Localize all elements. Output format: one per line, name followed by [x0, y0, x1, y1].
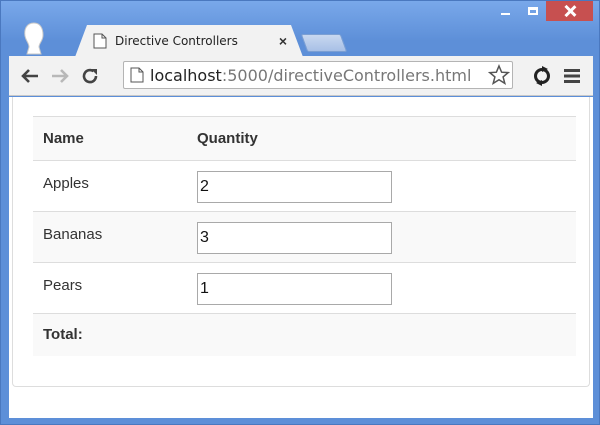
total-value	[187, 313, 576, 356]
quantity-cell	[187, 262, 576, 314]
hamburger-menu-icon	[564, 69, 580, 83]
reload-button[interactable]	[75, 61, 105, 91]
tab-title: Directive Controllers	[115, 34, 238, 48]
new-tab-button[interactable]	[300, 34, 348, 52]
quantity-input[interactable]	[197, 171, 392, 203]
browser-toolbar: localhost:5000/directiveControllers.html	[9, 56, 593, 96]
close-window-button[interactable]	[546, 1, 593, 21]
sync-icon	[534, 66, 550, 86]
back-arrow-icon	[21, 68, 38, 83]
minimize-button[interactable]	[492, 1, 519, 21]
quantity-input[interactable]	[197, 222, 392, 254]
url-text: localhost:5000/directiveControllers.html	[150, 66, 512, 85]
reload-icon	[82, 68, 98, 83]
browser-window: Directive Controllers × localhost:5000/d…	[0, 0, 600, 425]
tab-directive-controllers[interactable]: Directive Controllers ×	[75, 25, 303, 57]
url-path: :5000/directiveControllers.html	[221, 65, 472, 85]
column-header-name: Name	[33, 116, 187, 161]
tab-close-icon[interactable]: ×	[279, 33, 287, 49]
product-name: Apples	[33, 160, 187, 212]
quantity-cell	[187, 160, 576, 212]
maximize-icon	[527, 7, 538, 15]
window-caption-buttons	[492, 1, 593, 23]
address-bar[interactable]: localhost:5000/directiveControllers.html	[123, 61, 513, 89]
bookmark-star-icon[interactable]	[488, 64, 510, 86]
product-name: Bananas	[33, 211, 187, 263]
panel: Name Quantity Apples Bananas Pears	[12, 97, 590, 387]
url-host: localhost	[150, 65, 222, 85]
page-content: Name Quantity Apples Bananas Pears	[9, 97, 593, 418]
menu-button[interactable]	[557, 61, 587, 91]
total-label: Total:	[33, 313, 187, 356]
table-row: Bananas	[33, 211, 576, 263]
forward-arrow-icon	[52, 68, 69, 83]
minimize-icon	[501, 12, 510, 15]
table-footer-row: Total:	[33, 313, 576, 356]
page-icon	[130, 67, 144, 83]
column-header-quantity: Quantity	[187, 116, 576, 161]
page-icon	[93, 33, 107, 49]
user-avatar-icon[interactable]	[21, 21, 47, 55]
product-name: Pears	[33, 262, 187, 314]
close-icon	[564, 5, 576, 17]
table-row: Pears	[33, 262, 576, 314]
products-table: Name Quantity Apples Bananas Pears	[33, 116, 576, 356]
table-row: Apples	[33, 160, 576, 212]
back-button[interactable]	[15, 61, 45, 91]
forward-button[interactable]	[45, 61, 75, 91]
table-header-row: Name Quantity	[33, 116, 576, 161]
extension-button[interactable]	[527, 61, 557, 91]
quantity-input[interactable]	[197, 273, 392, 305]
quantity-cell	[187, 211, 576, 263]
maximize-button[interactable]	[519, 1, 546, 21]
